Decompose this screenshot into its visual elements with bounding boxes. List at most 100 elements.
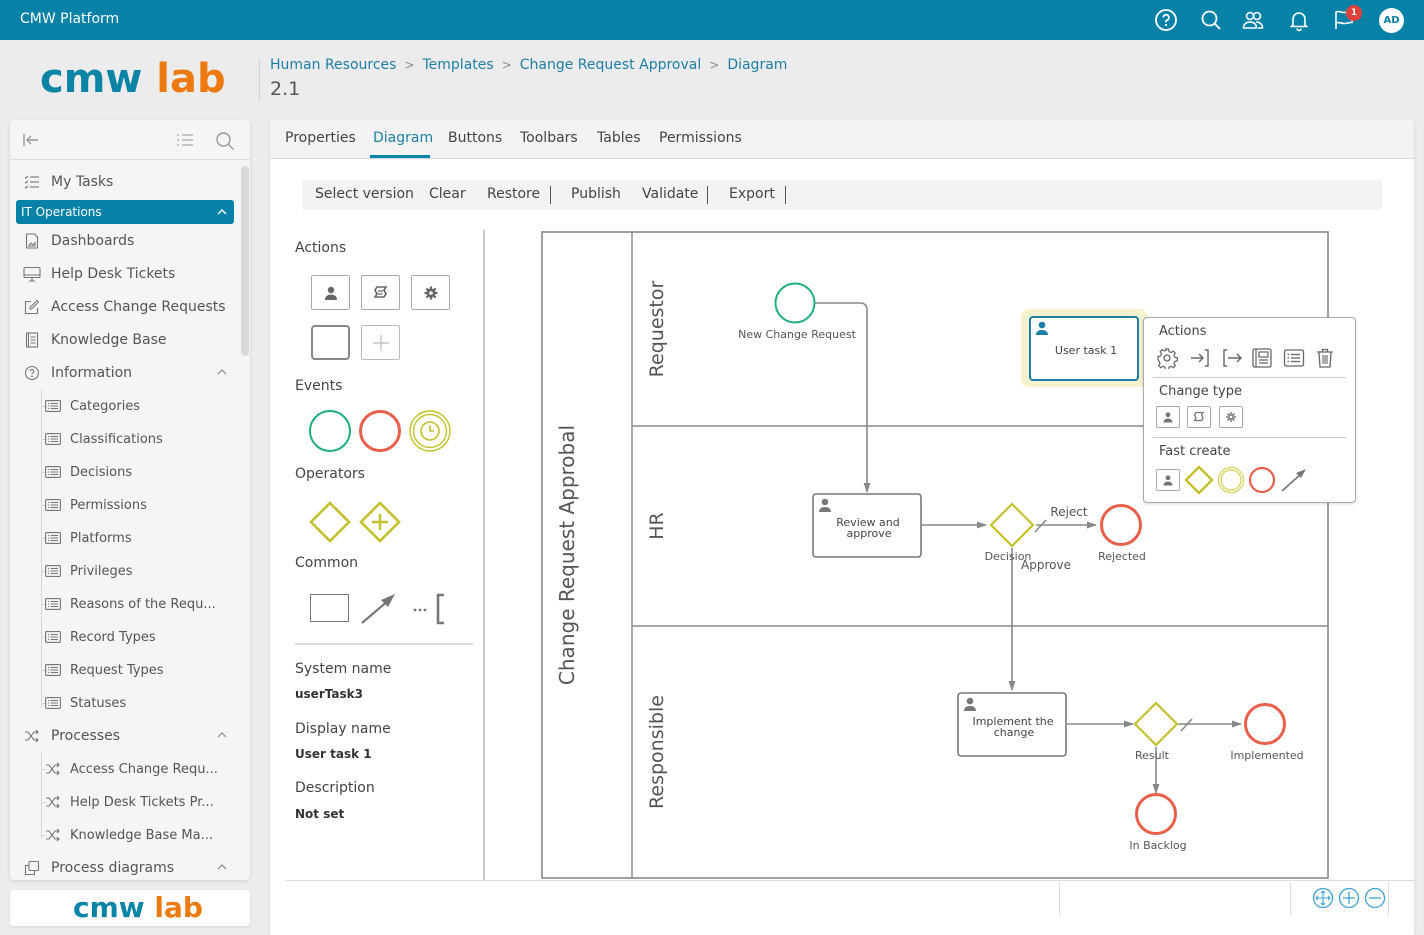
list-view-icon[interactable] xyxy=(176,131,194,149)
sidebar-item-knowledge-base[interactable]: Knowledge Base xyxy=(18,327,234,353)
lane-label-hr: HR xyxy=(646,512,668,540)
context-divider xyxy=(1153,377,1346,378)
result-label: Result xyxy=(1135,749,1170,762)
sidebar-subitem[interactable]: Help Desk Tickets Pr... xyxy=(44,789,234,815)
task-label-line2: approve xyxy=(847,527,892,540)
script-icon xyxy=(1193,411,1205,422)
chevron-up-icon[interactable] xyxy=(216,366,228,378)
chevron-up-icon[interactable] xyxy=(216,729,228,741)
chevron-right-icon: > xyxy=(404,58,415,72)
fast-create-label: Fast create xyxy=(1159,444,1231,459)
change-to-service-task[interactable] xyxy=(1219,406,1243,428)
bell-icon[interactable] xyxy=(1287,8,1311,32)
start-event[interactable] xyxy=(774,282,816,324)
gear-icon xyxy=(1226,412,1236,422)
sidebar-subitem[interactable]: Permissions xyxy=(44,492,234,518)
element-context-menu: Actions Change type Fast create xyxy=(1143,317,1356,503)
lane-label-requestor: Requestor xyxy=(646,281,668,378)
diagram-copy-icon xyxy=(23,859,41,877)
breadcrumb-item[interactable]: Diagram xyxy=(727,57,787,73)
zoom-in-icon[interactable] xyxy=(1338,887,1360,909)
users-icon[interactable] xyxy=(1241,8,1265,32)
fast-create-end-event[interactable] xyxy=(1247,465,1277,495)
flow-label-approve: Approve xyxy=(1021,558,1071,572)
breadcrumb-item[interactable]: Change Request Approval xyxy=(520,57,702,73)
sidebar-subitem[interactable]: Decisions xyxy=(44,459,234,485)
tree-line xyxy=(41,753,42,838)
sidebar-subitem[interactable]: Request Types xyxy=(44,657,234,683)
notification-badge: 1 xyxy=(1346,5,1362,21)
trash-icon[interactable] xyxy=(1314,347,1336,369)
top-bar: CMW Platform 1 AD xyxy=(0,0,1424,40)
pool-label: Change Request Approbal xyxy=(555,425,579,685)
user-avatar[interactable]: AD xyxy=(1379,8,1404,33)
sidebar-item-dashboards[interactable]: Dashboards xyxy=(18,228,234,254)
sidebar-scrollbar[interactable] xyxy=(241,166,249,356)
sidebar-item-help-desk-tickets[interactable]: Help Desk Tickets xyxy=(18,261,234,287)
zoom-out-icon[interactable] xyxy=(1364,887,1386,909)
help-icon[interactable] xyxy=(1154,8,1178,32)
cmw-lab-logo[interactable]: cmw lab xyxy=(40,56,226,102)
in-backlog-label: In Backlog xyxy=(1129,839,1186,852)
list-icon[interactable] xyxy=(1283,347,1305,369)
sidebar-group-processes[interactable]: Processes xyxy=(18,723,234,749)
lane-label-responsible: Responsible xyxy=(646,695,668,809)
form-icon[interactable] xyxy=(1251,347,1273,369)
sidebar-section-it-operations[interactable]: IT Operations xyxy=(16,200,234,224)
chevron-up-icon xyxy=(217,209,227,215)
rejected-label: Rejected xyxy=(1098,550,1146,563)
sidebar-subitem[interactable]: Categories xyxy=(44,393,234,419)
list-icon xyxy=(44,463,62,481)
footer-divider xyxy=(1388,882,1389,915)
breadcrumb-item[interactable]: Templates xyxy=(423,57,494,73)
settings-gear-icon[interactable] xyxy=(1156,347,1178,369)
fast-create-sequence-flow[interactable] xyxy=(1280,467,1308,493)
sidebar-group-process-diagrams[interactable]: Process diagrams xyxy=(18,855,234,880)
input-arrow-icon[interactable] xyxy=(1189,347,1211,369)
sidebar-subitem[interactable]: Platforms xyxy=(44,525,234,551)
chevron-up-icon[interactable] xyxy=(216,861,228,873)
list-icon xyxy=(44,595,62,613)
process-icon xyxy=(44,793,62,811)
search-icon[interactable] xyxy=(1199,8,1223,32)
shuffle-icon xyxy=(23,727,41,745)
output-arrow-icon[interactable] xyxy=(1221,347,1243,369)
change-to-user-task[interactable] xyxy=(1156,406,1180,428)
change-to-script-task[interactable] xyxy=(1187,406,1211,428)
sidebar-subitem[interactable]: Privileges xyxy=(44,558,234,584)
sidebar-subitem[interactable]: Statuses xyxy=(44,690,234,716)
sidebar-subitem[interactable]: Reasons of the Requ... xyxy=(44,591,234,617)
collapse-sidebar-icon[interactable] xyxy=(22,131,40,149)
breadcrumb-item[interactable]: Human Resources xyxy=(270,57,396,73)
fast-create-gateway[interactable] xyxy=(1184,465,1214,495)
fit-to-screen-icon[interactable] xyxy=(1312,887,1334,909)
end-event-in-backlog[interactable] xyxy=(1135,793,1177,835)
sidebar-subitem[interactable]: Classifications xyxy=(44,426,234,452)
main-panel: Properties Diagram Buttons Toolbars Tabl… xyxy=(270,120,1414,935)
footer-divider xyxy=(1290,882,1291,915)
footer-logo: cmw lab xyxy=(10,890,250,926)
end-event-rejected[interactable] xyxy=(1100,504,1142,546)
version-label: 2.1 xyxy=(270,78,301,100)
sidebar-group-information[interactable]: Information xyxy=(18,360,234,386)
start-event-label: New Change Request xyxy=(738,328,856,341)
fast-create-user-task[interactable] xyxy=(1156,469,1180,491)
chevron-right-icon: > xyxy=(501,58,512,72)
list-icon xyxy=(44,628,62,646)
end-event-implemented[interactable] xyxy=(1244,703,1286,745)
sidebar-toolbar xyxy=(10,120,250,160)
sidebar-item-access-change-requests[interactable]: Access Change Requests xyxy=(18,294,234,320)
book-icon xyxy=(23,331,41,349)
sidebar-subitem[interactable]: Access Change Requ... xyxy=(44,756,234,782)
sidebar-subitem[interactable]: Knowledge Base Ma... xyxy=(44,822,234,848)
diagram-canvas[interactable]: Change Request Approbal Requestor HR Res… xyxy=(270,120,1414,935)
sidebar-search-icon[interactable] xyxy=(215,131,235,151)
user-task-label: User task 1 xyxy=(1055,344,1117,357)
fast-create-intermediate-event[interactable] xyxy=(1216,465,1246,495)
list-icon xyxy=(44,496,62,514)
list-icon xyxy=(44,694,62,712)
sidebar-subitem[interactable]: Record Types xyxy=(44,624,234,650)
header-divider xyxy=(259,60,260,100)
sidebar-item-my-tasks[interactable]: My Tasks xyxy=(18,169,234,195)
dashboard-icon xyxy=(23,232,41,250)
